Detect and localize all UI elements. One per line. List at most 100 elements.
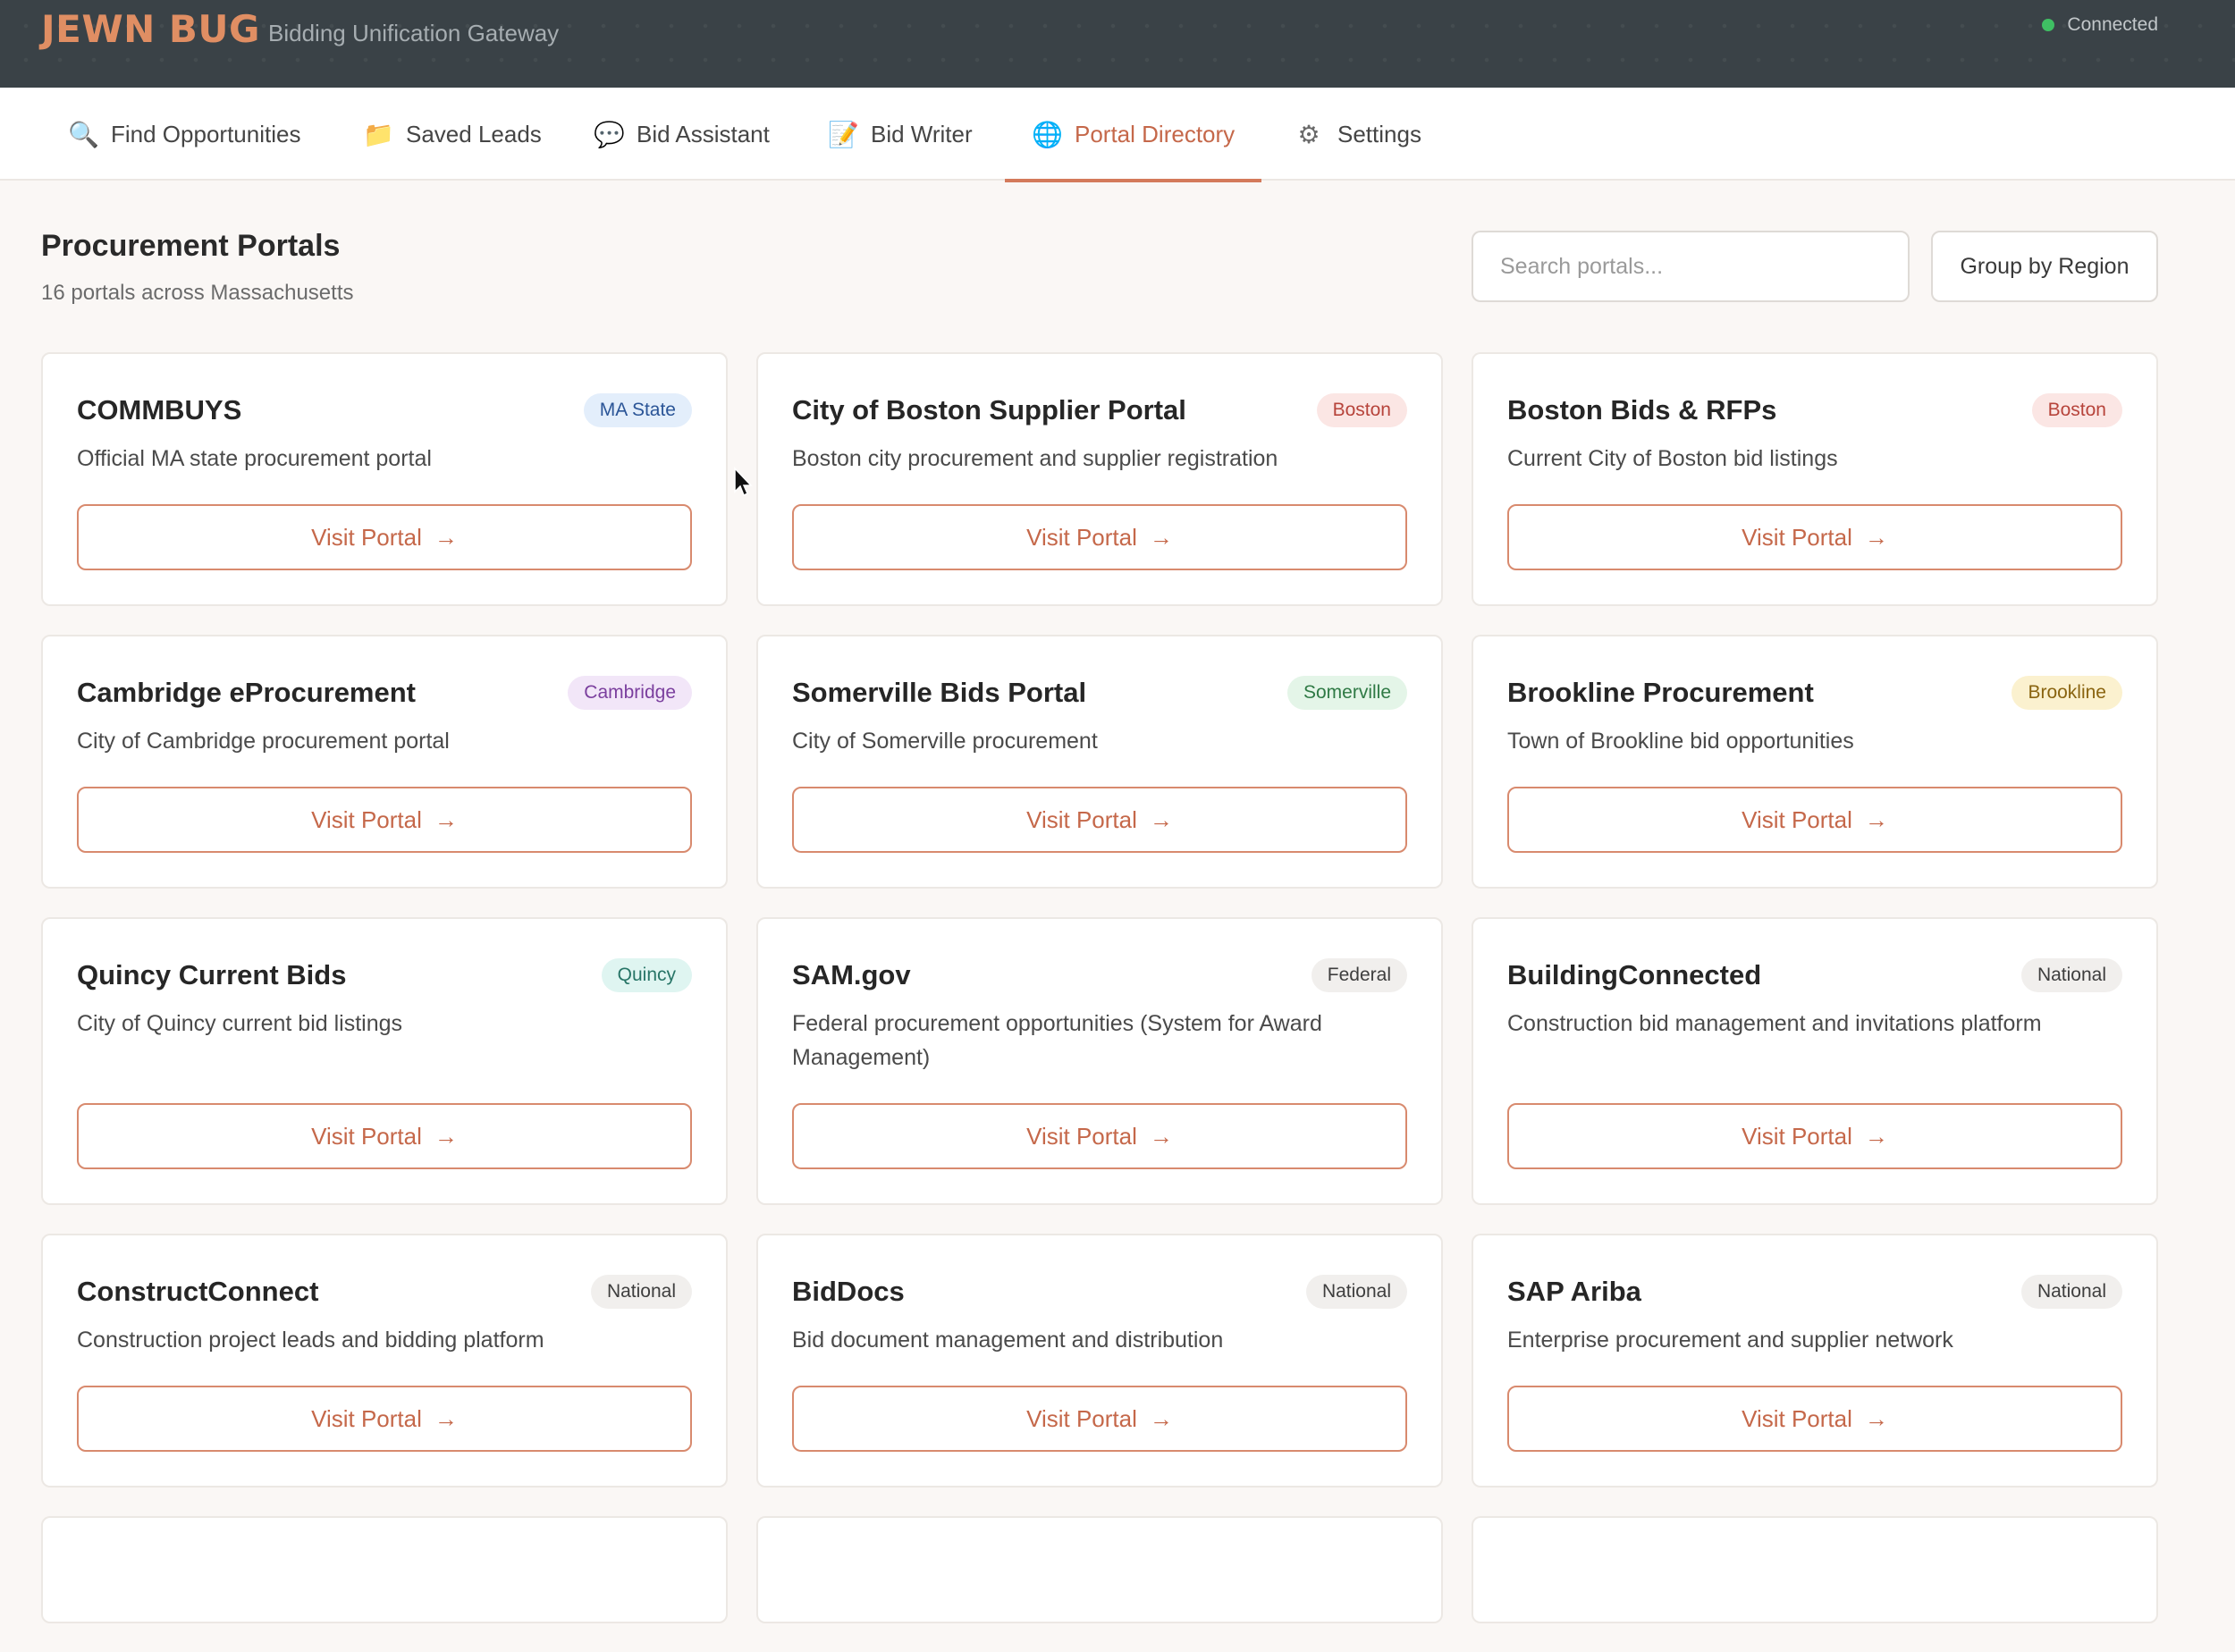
portal-name: SAM.gov — [792, 959, 911, 990]
portal-card-header: ConstructConnect National — [77, 1271, 692, 1312]
portal-card — [41, 1516, 728, 1623]
visit-portal-button[interactable]: Visit Portal → — [792, 1386, 1407, 1452]
memo-icon: 📝 — [828, 120, 859, 148]
portal-description: City of Quincy current bid listings — [77, 1011, 403, 1036]
arrow-right-icon: → — [1149, 523, 1173, 551]
visit-portal-button[interactable]: Visit Portal → — [792, 1103, 1407, 1169]
portal-card-header: Somerville Bids Portal Somerville — [792, 672, 1407, 713]
visit-portal-button[interactable]: Visit Portal → — [77, 787, 692, 853]
page-title: Procurement Portals — [41, 229, 341, 263]
visit-portal-label: Visit Portal — [311, 1122, 422, 1150]
portal-card: SAP Ariba National Enterprise procurement … — [1472, 1234, 2158, 1488]
tab-saved-leads[interactable]: 📁 Saved Leads — [363, 88, 542, 181]
app-tagline: Bidding Unification Gateway — [268, 20, 560, 46]
chat-bubble-icon: 💬 — [594, 120, 625, 148]
arrow-right-icon: → — [1864, 1122, 1888, 1150]
portal-description: Town of Brookline bid opportunities — [1507, 729, 1854, 754]
portal-card: City of Boston Supplier Portal Boston Bost… — [756, 352, 1443, 606]
arrow-right-icon: → — [1864, 523, 1888, 551]
magnifier-icon: 🔍 — [68, 120, 99, 148]
portal-card: Cambridge eProcurement Cambridge City of C… — [41, 635, 728, 889]
portal-name: Somerville Bids Portal — [792, 677, 1087, 708]
portal-name: Boston Bids & RFPs — [1507, 394, 1777, 426]
portal-description: Official MA state procurement portal — [77, 446, 432, 471]
search-portals-input[interactable] — [1472, 231, 1910, 302]
portal-card-header: Quincy Current Bids Quincy — [77, 955, 692, 996]
visit-portal-label: Visit Portal — [1026, 805, 1137, 833]
connection-status: Connected — [2042, 14, 2158, 36]
visit-portal-label: Visit Portal — [1026, 523, 1137, 551]
status-dot-icon — [2042, 19, 2055, 31]
portal-card: BuildingConnected National Construction bi… — [1472, 917, 2158, 1205]
portal-card-header: Boston Bids & RFPs Boston — [1507, 390, 2122, 431]
portal-description: Boston city procurement and supplier reg… — [792, 446, 1278, 471]
visit-portal-label: Visit Portal — [1026, 1122, 1137, 1150]
portal-name: BuildingConnected — [1507, 959, 1762, 990]
portal-card: Somerville Bids Portal Somerville City of … — [756, 635, 1443, 889]
visit-portal-label: Visit Portal — [311, 1404, 422, 1432]
portal-card: Quincy Current Bids Quincy City of Quincy … — [41, 917, 728, 1205]
tab-find-opportunities[interactable]: 🔍 Find Opportunities — [68, 88, 300, 181]
arrow-right-icon: → — [434, 1404, 458, 1432]
visit-portal-button[interactable]: Visit Portal → — [77, 504, 692, 570]
visit-portal-label: Visit Portal — [1742, 1122, 1852, 1150]
tab-label: Settings — [1337, 120, 1421, 148]
tab-label: Portal Directory — [1075, 120, 1236, 148]
region-badge: Quincy — [601, 958, 692, 992]
visit-portal-label: Visit Portal — [1742, 523, 1852, 551]
portal-description: Current City of Boston bid listings — [1507, 446, 1838, 471]
portal-name: ConstructConnect — [77, 1276, 319, 1307]
arrow-right-icon: → — [1149, 1122, 1173, 1150]
tab-label: Bid Assistant — [637, 120, 770, 148]
folder-icon: 📁 — [363, 120, 394, 148]
visit-portal-button[interactable]: Visit Portal → — [792, 787, 1407, 853]
visit-portal-button[interactable]: Visit Portal → — [1507, 787, 2122, 853]
page-subtitle: 16 portals across Massachusetts — [41, 281, 354, 305]
group-by-region-button[interactable]: Group by Region — [1931, 231, 2158, 302]
visit-portal-label: Visit Portal — [1742, 805, 1852, 833]
visit-portal-button[interactable]: Visit Portal → — [1507, 1103, 2122, 1169]
region-badge: Federal — [1311, 958, 1407, 992]
visit-portal-button[interactable]: Visit Portal → — [77, 1386, 692, 1452]
tab-settings[interactable]: ⚙ Settings — [1295, 88, 1421, 181]
region-badge: MA State — [583, 393, 692, 427]
portal-name: SAP Ariba — [1507, 1276, 1641, 1307]
region-badge: Boston — [2031, 393, 2122, 427]
app-logo[interactable]: JEWN BUG — [41, 7, 260, 51]
arrow-right-icon: → — [1149, 1404, 1173, 1432]
arrow-right-icon: → — [434, 805, 458, 833]
portal-card — [1472, 1516, 2158, 1623]
portal-name: Cambridge eProcurement — [77, 677, 416, 708]
visit-portal-button[interactable]: Visit Portal → — [792, 504, 1407, 570]
visit-portal-label: Visit Portal — [311, 805, 422, 833]
portal-card-header: City of Boston Supplier Portal Boston — [792, 390, 1407, 431]
tab-portal-directory[interactable]: 🌐 Portal Directory — [1004, 88, 1262, 182]
visit-portal-label: Visit Portal — [311, 523, 422, 551]
portal-card: COMMBUYS MA State Official MA state procur… — [41, 352, 728, 606]
visit-portal-button[interactable]: Visit Portal → — [1507, 1386, 2122, 1452]
portal-card — [756, 1516, 1443, 1623]
visit-portal-button[interactable]: Visit Portal → — [1507, 504, 2122, 570]
region-badge: National — [2020, 958, 2122, 992]
portal-description: Construction project leads and bidding p… — [77, 1328, 544, 1353]
portal-card-header: BuildingConnected National — [1507, 955, 2122, 996]
visit-portal-button[interactable]: Visit Portal → — [77, 1103, 692, 1169]
region-badge: National — [590, 1275, 692, 1309]
portal-name: COMMBUYS — [77, 394, 242, 426]
visit-portal-label: Visit Portal — [1742, 1404, 1852, 1432]
visit-portal-label: Visit Portal — [1026, 1404, 1137, 1432]
arrow-right-icon: → — [1864, 805, 1888, 833]
portal-description: City of Somerville procurement — [792, 729, 1098, 754]
portal-description: Bid document management and distribution — [792, 1328, 1224, 1353]
tab-bid-writer[interactable]: 📝 Bid Writer — [828, 88, 973, 181]
tab-bid-assistant[interactable]: 💬 Bid Assistant — [594, 88, 770, 181]
region-badge: Boston — [1316, 393, 1407, 427]
portal-name: City of Boston Supplier Portal — [792, 394, 1186, 426]
portal-card: Boston Bids & RFPs Boston Current City of … — [1472, 352, 2158, 606]
globe-icon: 🌐 — [1032, 120, 1063, 148]
portal-card: BidDocs National Bid document management a… — [756, 1234, 1443, 1488]
main-nav: 🔍 Find Opportunities 📁 Saved Leads 💬 Bid… — [0, 88, 2235, 182]
portal-name: BidDocs — [792, 1276, 905, 1307]
portal-card-header: SAP Ariba National — [1507, 1271, 2122, 1312]
portal-description: Enterprise procurement and supplier netw… — [1507, 1328, 1953, 1353]
